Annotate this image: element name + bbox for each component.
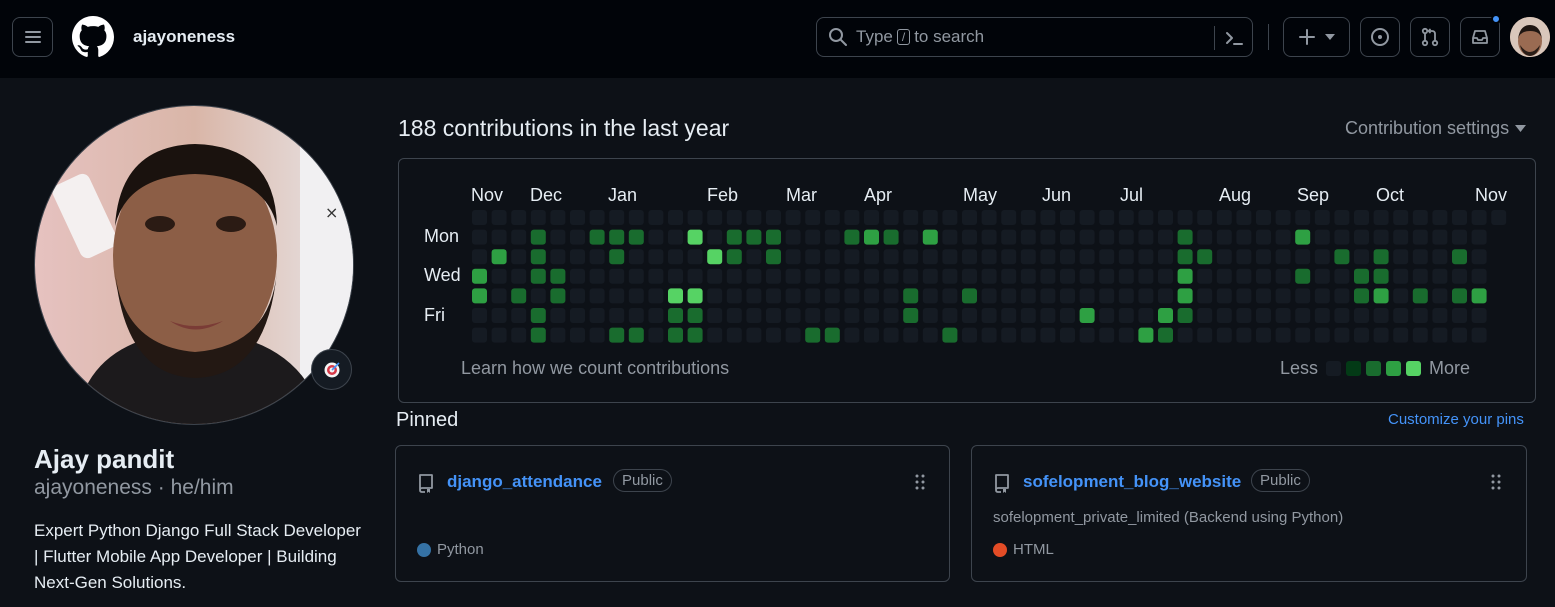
legend-less: Less — [1280, 358, 1319, 378]
month-label: Nov — [471, 185, 504, 205]
pinned-repo-card: sofelopment_blog_website Public sofelopm… — [971, 445, 1527, 582]
profile-photo-image: × — [35, 106, 353, 424]
menu-button[interactable] — [12, 17, 53, 57]
contributions-heading: 188 contributions in the last year — [398, 115, 730, 141]
pull-requests-button[interactable] — [1410, 17, 1450, 57]
dart-target-icon — [324, 361, 340, 377]
notification-indicator — [1491, 14, 1501, 24]
month-label: Nov — [1475, 185, 1508, 205]
top-header: ajayoneness Type / to search — [0, 0, 1555, 78]
legend-level-2 — [1366, 361, 1382, 376]
day-label: Mon — [424, 226, 460, 246]
repo-name-link[interactable]: django_attendance — [447, 472, 602, 492]
profile-bio: Expert Python Django Full Stack Develope… — [34, 521, 361, 592]
legend-level-4 — [1406, 361, 1422, 376]
day-label: Wed — [424, 265, 461, 285]
search-shortcut-key: / — [896, 29, 911, 45]
github-logo-icon[interactable] — [72, 16, 114, 58]
search-input[interactable]: Type / to search — [816, 17, 1253, 57]
month-label: Mar — [786, 185, 817, 205]
avatar-image — [1510, 17, 1550, 57]
issues-button[interactable] — [1360, 17, 1400, 57]
contribution-settings-button[interactable]: Contribution settings — [1345, 118, 1527, 139]
legend-level-1 — [1346, 361, 1362, 376]
repo-icon — [419, 474, 433, 493]
month-label: Feb — [707, 185, 739, 205]
issues-icon — [1371, 28, 1389, 46]
legend-more: More — [1429, 358, 1471, 378]
chevron-down-icon — [1324, 34, 1335, 40]
caret-down-icon — [1515, 125, 1527, 132]
search-placeholder: Type / to search — [856, 27, 984, 47]
profile-full-name: Ajay pandit — [34, 444, 175, 474]
language-name: HTML — [1013, 541, 1054, 558]
month-label: Oct — [1376, 185, 1405, 205]
month-label: Aug — [1219, 185, 1252, 205]
search-icon — [829, 28, 847, 46]
drag-handle-icon[interactable] — [914, 473, 926, 491]
month-label: Apr — [864, 185, 893, 205]
month-label: Sep — [1297, 185, 1330, 205]
profile-photo[interactable]: × — [34, 105, 354, 425]
repo-name-link[interactable]: sofelopment_blog_website — [1023, 472, 1241, 492]
repo-language: HTML — [993, 541, 1054, 558]
contribution-legend: Less More — [1280, 358, 1470, 379]
search-placeholder-before: Type — [856, 27, 893, 46]
language-color-dot — [417, 542, 431, 557]
day-label: Fri — [424, 305, 445, 325]
repo-description: sofelopment_private_limited (Backend usi… — [993, 509, 1344, 526]
legend-level-3 — [1386, 361, 1402, 376]
learn-contributions-link[interactable]: Learn how we count contributions — [461, 358, 729, 379]
month-label: Jan — [608, 185, 638, 205]
visibility-badge: Public — [1251, 469, 1310, 492]
month-label: Dec — [530, 185, 563, 205]
inbox-icon — [1472, 30, 1488, 44]
drag-handle-icon[interactable] — [1490, 473, 1502, 491]
pinned-repo-card: django_attendance Public Python — [395, 445, 950, 582]
profile-login-pronouns: ajayoneness · he/him — [34, 476, 234, 499]
customize-pins-link[interactable]: Customize your pins — [1388, 411, 1524, 428]
legend-level-0 — [1326, 361, 1342, 376]
status-button[interactable] — [311, 349, 352, 390]
language-color-dot — [993, 542, 1007, 557]
month-label: Jul — [1120, 185, 1144, 205]
repo-language: Python — [417, 541, 484, 558]
language-name: Python — [437, 541, 484, 558]
visibility-badge: Public — [613, 469, 672, 492]
search-divider — [1214, 26, 1215, 50]
plus-icon — [1298, 29, 1315, 45]
pull-requests-icon — [1421, 27, 1439, 47]
svg-text:×: × — [325, 203, 338, 222]
user-avatar-button[interactable] — [1510, 17, 1550, 57]
month-label: Jun — [1042, 185, 1072, 205]
search-placeholder-after: to search — [914, 27, 985, 46]
create-new-button[interactable] — [1283, 17, 1350, 57]
menu-icon — [24, 31, 41, 43]
pinned-heading: Pinned — [396, 409, 459, 431]
command-palette-icon[interactable] — [1223, 27, 1245, 49]
header-separator — [1268, 24, 1269, 50]
repo-icon — [995, 474, 1009, 493]
month-label: May — [963, 185, 998, 205]
contribution-settings-label: Contribution settings — [1345, 118, 1510, 138]
header-username[interactable]: ajayoneness — [133, 27, 235, 47]
